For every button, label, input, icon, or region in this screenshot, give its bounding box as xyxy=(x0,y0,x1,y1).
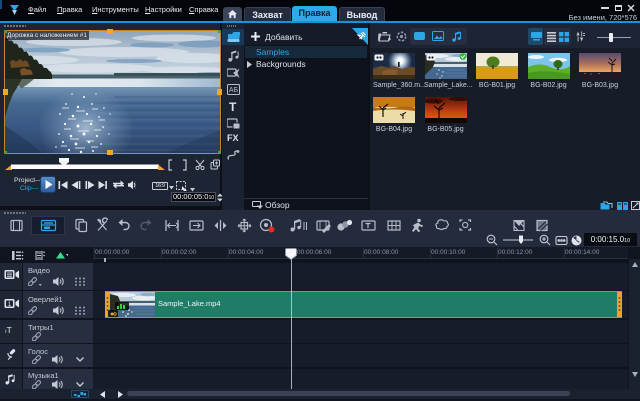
svg-text:АБ: АБ xyxy=(229,87,239,94)
